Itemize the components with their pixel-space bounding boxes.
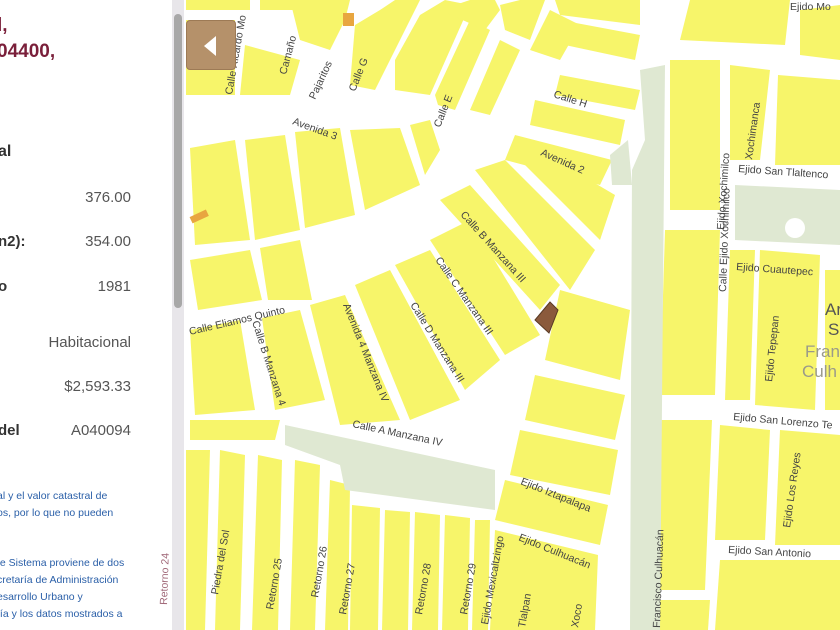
place-label: Culh: [802, 362, 837, 381]
note-line: esarrollo Urbano y: [0, 591, 83, 603]
use-value: Habitacional: [48, 334, 131, 351]
address-line-2: 04400,: [0, 41, 56, 62]
property-details-card: al 376.00 n2): 354.00 o 1981 Habitaciona…: [0, 120, 153, 630]
row-label: del: [0, 422, 20, 439]
row-label: n2):: [0, 233, 26, 250]
built-area-value: 354.00: [85, 233, 131, 250]
address-text: l, 04400,: [0, 13, 55, 65]
year-value: 1981: [97, 278, 131, 295]
key-value: A040094: [70, 422, 131, 439]
section-title: al: [0, 143, 12, 160]
source-note: te Sistema proviene de dos cretaría de A…: [0, 555, 124, 623]
disclaimer-note: al y el valor catastral de os, por lo qu…: [0, 488, 113, 522]
address-card: l, 04400,: [0, 0, 151, 109]
note-line: fía y los datos mostrados a: [0, 608, 123, 620]
address-line-1: l,: [0, 15, 8, 36]
note-line: te Sistema proviene de dos: [0, 557, 125, 569]
row-label: o: [0, 278, 8, 295]
place-label: Ar: [825, 300, 840, 319]
poi-marker: [343, 13, 354, 26]
land-area-value: 376.00: [85, 189, 131, 206]
note-line: cretaría de Administración: [0, 574, 119, 586]
note-line: al y el valor catastral de: [0, 490, 108, 502]
triangle-left-icon: [204, 36, 216, 56]
price-value: $2,593.33: [64, 378, 131, 395]
note-line: os, por lo que no pueden: [0, 507, 114, 519]
place-label: Fran: [805, 342, 840, 361]
street-label: Ejido Mo: [790, 1, 831, 13]
place-label: S: [828, 320, 839, 339]
collapse-panel-button[interactable]: [186, 20, 236, 70]
info-sidebar: l, 04400, al 376.00 n2): 354.00 o 1981 H…: [0, 0, 180, 630]
